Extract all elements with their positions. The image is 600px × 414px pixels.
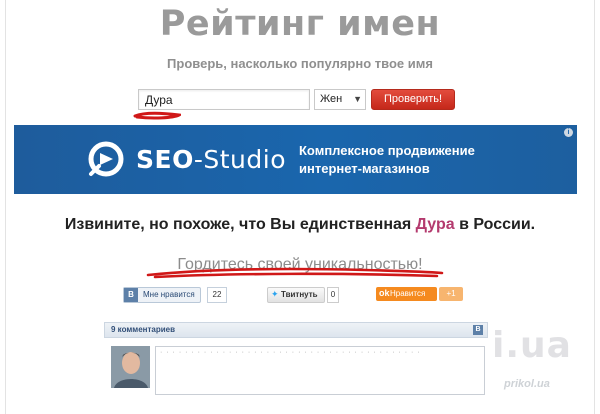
banner-logo-studio: -Studio bbox=[193, 145, 286, 174]
gender-select-value: Жен bbox=[320, 93, 343, 105]
ad-banner[interactable]: SEO-Studio Комплексное продвижение интер… bbox=[14, 125, 577, 194]
page: Рейтинг имен Проверь, насколько популярн… bbox=[0, 0, 600, 414]
banner-tagline: Комплексное продвижение интернет-магазин… bbox=[299, 142, 475, 178]
watermark-logo: i.ua bbox=[492, 325, 572, 366]
vk-logo-icon: B bbox=[124, 288, 138, 302]
vk-logo-icon: B bbox=[473, 325, 483, 335]
red-underline-mark bbox=[133, 111, 181, 120]
comment-input[interactable]: · · · · · · · · · · · · · · · · · · · · … bbox=[155, 346, 485, 395]
gender-select[interactable]: Жен ▼ bbox=[314, 89, 366, 110]
ok-like-label: Нравится bbox=[390, 289, 426, 298]
comments-header: 9 комментариев B bbox=[104, 322, 488, 338]
result-name: Дура bbox=[415, 216, 455, 233]
result-text-after: в России. bbox=[454, 216, 536, 233]
avatar-photo-icon bbox=[111, 346, 150, 388]
twitter-bird-icon: ✦ bbox=[271, 289, 279, 299]
banner-logo-text: SEO-Studio bbox=[136, 145, 286, 174]
result-message: Извините, но похоже, что Вы единственная… bbox=[0, 216, 600, 234]
vk-like-button[interactable]: B Мне нравится bbox=[123, 287, 201, 303]
result-text-before: Извините, но похоже, что Вы единственная bbox=[64, 216, 416, 233]
tweet-label: Твитнуть bbox=[281, 290, 318, 299]
banner-tagline-line1: Комплексное продвижение bbox=[299, 143, 475, 158]
comment-input-placeholder: · · · · · · · · · · · · · · · · · · · · … bbox=[160, 349, 421, 356]
tweet-button[interactable]: ✦ Твитнуть bbox=[267, 287, 325, 303]
ok-like-count: +1 bbox=[439, 287, 463, 301]
check-button[interactable]: Проверить! bbox=[371, 89, 455, 110]
banner-logo-seo: SEO bbox=[136, 145, 194, 174]
name-input[interactable]: Дура bbox=[138, 89, 310, 110]
ok-like-button[interactable]: ok Нравится bbox=[376, 287, 437, 301]
red-scribble-mark bbox=[146, 267, 444, 279]
page-subtitle: Проверь, насколько популярно твое имя bbox=[167, 56, 433, 71]
page-title: Рейтинг имен bbox=[159, 4, 441, 44]
tweet-count: 0 bbox=[327, 287, 339, 303]
vk-like-count: 22 bbox=[207, 287, 227, 303]
comments-count: 9 комментариев bbox=[111, 325, 176, 334]
seo-studio-logo-icon bbox=[88, 141, 124, 177]
user-avatar[interactable] bbox=[111, 346, 150, 388]
banner-tagline-line2: интернет-магазинов bbox=[299, 161, 430, 176]
watermark-site: prikol.ua bbox=[504, 378, 550, 390]
odnoklassniki-icon: ok bbox=[379, 288, 390, 298]
caret-down-icon: ▼ bbox=[353, 94, 362, 104]
vk-like-label: Мне нравится bbox=[143, 290, 195, 299]
ad-info-icon[interactable]: i bbox=[564, 128, 573, 137]
